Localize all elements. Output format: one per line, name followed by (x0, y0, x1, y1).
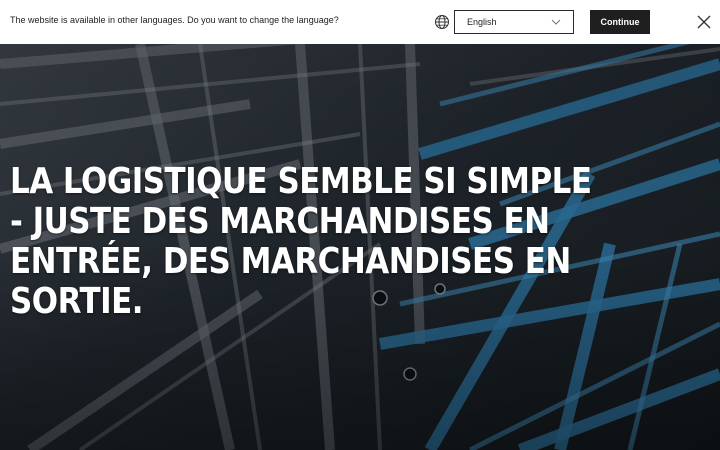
globe-icon (435, 15, 449, 29)
hero-title-line: - JUSTE DES MARCHANDISES EN (10, 201, 550, 242)
close-icon[interactable] (696, 14, 712, 30)
hero-title-line: SORTIE. (10, 281, 144, 322)
language-select-value: English (467, 17, 497, 27)
language-banner: The website is available in other langua… (0, 0, 720, 44)
hero-title-line: ENTRÉE, DES MARCHANDISES EN (10, 241, 571, 282)
continue-button[interactable]: Continue (590, 10, 650, 34)
hero-title-line: LA LOGISTIQUE SEMBLE SI SIMPLE (10, 161, 592, 202)
hero-title: LA LOGISTIQUE SEMBLE SI SIMPLE - JUSTE D… (10, 161, 592, 322)
chevron-down-icon (551, 19, 561, 25)
hero-banner: LA LOGISTIQUE SEMBLE SI SIMPLE - JUSTE D… (0, 44, 720, 450)
language-banner-message: The website is available in other langua… (10, 15, 339, 25)
language-select[interactable]: English (454, 10, 574, 34)
